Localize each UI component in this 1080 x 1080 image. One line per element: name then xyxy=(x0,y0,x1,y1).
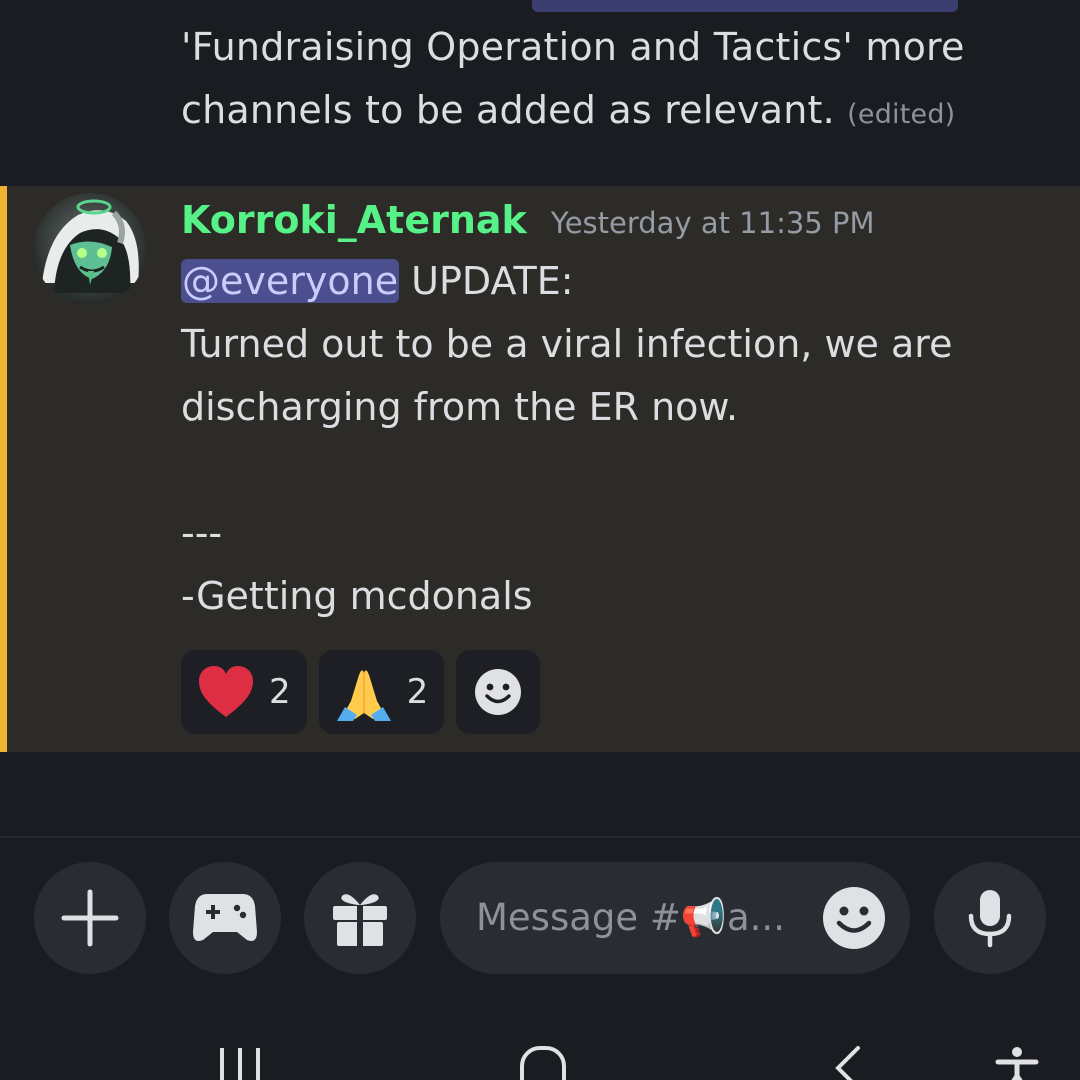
gift-icon xyxy=(333,894,387,946)
message-highlighted[interactable]: Korroki_Aternak Yesterday at 11:35 PM @e… xyxy=(0,186,1080,752)
emoji-icon[interactable] xyxy=(822,886,886,950)
home-button[interactable] xyxy=(520,1046,566,1080)
avatar-image xyxy=(34,193,146,305)
previous-message-text: 'Fundraising Operation and Tactics' more… xyxy=(181,16,1041,142)
heart-emoji xyxy=(197,663,255,721)
gamepad-icon xyxy=(193,894,257,941)
previous-message-line: 'Fundraising Operation and Tactics' more xyxy=(181,25,965,69)
edited-label: (edited) xyxy=(847,99,956,130)
message-line: discharging from the ER now. xyxy=(181,385,739,429)
reaction-count: 2 xyxy=(406,672,429,712)
gift-button[interactable] xyxy=(304,862,416,974)
previous-message-line-text: channels to be added as relevant. xyxy=(181,88,835,132)
composer-divider xyxy=(0,836,1080,838)
message-input[interactable]: Message #📢a... xyxy=(440,862,910,974)
message-line: Turned out to be a viral infection, we a… xyxy=(181,322,953,366)
accessibility-icon xyxy=(995,1047,1039,1080)
message-line xyxy=(181,439,1041,502)
previous-message-line: channels to be added as relevant. (edite… xyxy=(181,79,1041,142)
message-line: @everyone UPDATE: xyxy=(181,250,1041,313)
previous-message: 'Fundraising Operation and Tactics' more… xyxy=(0,0,1080,186)
avatar[interactable] xyxy=(34,193,146,305)
back-icon xyxy=(835,1046,860,1080)
reaction-folded-hands[interactable]: 2 xyxy=(318,650,445,734)
reactions-row: 2 2 xyxy=(181,650,541,734)
folded-hands-emoji xyxy=(335,663,393,721)
reaction-heart[interactable]: 2 xyxy=(181,650,307,734)
reaction-count: 2 xyxy=(269,672,291,712)
username[interactable]: Korroki_Aternak xyxy=(181,198,527,242)
message-header: Korroki_Aternak Yesterday at 11:35 PM xyxy=(181,198,875,250)
message-line: --- xyxy=(181,511,223,555)
everyone-mention[interactable]: @everyone xyxy=(181,259,400,303)
activities-button[interactable] xyxy=(169,862,281,974)
back-button[interactable] xyxy=(832,1046,864,1080)
attach-button[interactable] xyxy=(34,862,146,974)
add-reaction-button[interactable] xyxy=(456,650,541,734)
microphone-icon xyxy=(968,890,1012,948)
accessibility-button[interactable] xyxy=(994,1046,1040,1080)
message-line: -Getting mcdonals xyxy=(181,574,533,618)
message-line-text: UPDATE: xyxy=(399,259,574,303)
message-content: @everyone UPDATE: Turned out to be a vir… xyxy=(181,250,1041,628)
recents-icon xyxy=(220,1048,260,1080)
plus-icon xyxy=(61,889,119,947)
add-reaction-icon xyxy=(475,669,522,715)
discord-chat-screen: 'Fundraising Operation and Tactics' more… xyxy=(0,0,1080,1080)
recents-button[interactable] xyxy=(218,1046,266,1080)
channel-link-highlight[interactable] xyxy=(532,0,958,12)
mention-highlight-bar xyxy=(0,186,7,752)
message-input-placeholder: Message #📢a... xyxy=(476,896,785,939)
voice-message-button[interactable] xyxy=(934,862,1046,974)
system-nav-bar xyxy=(0,1010,1080,1080)
home-icon xyxy=(520,1046,566,1080)
timestamp: Yesterday at 11:35 PM xyxy=(550,206,875,240)
